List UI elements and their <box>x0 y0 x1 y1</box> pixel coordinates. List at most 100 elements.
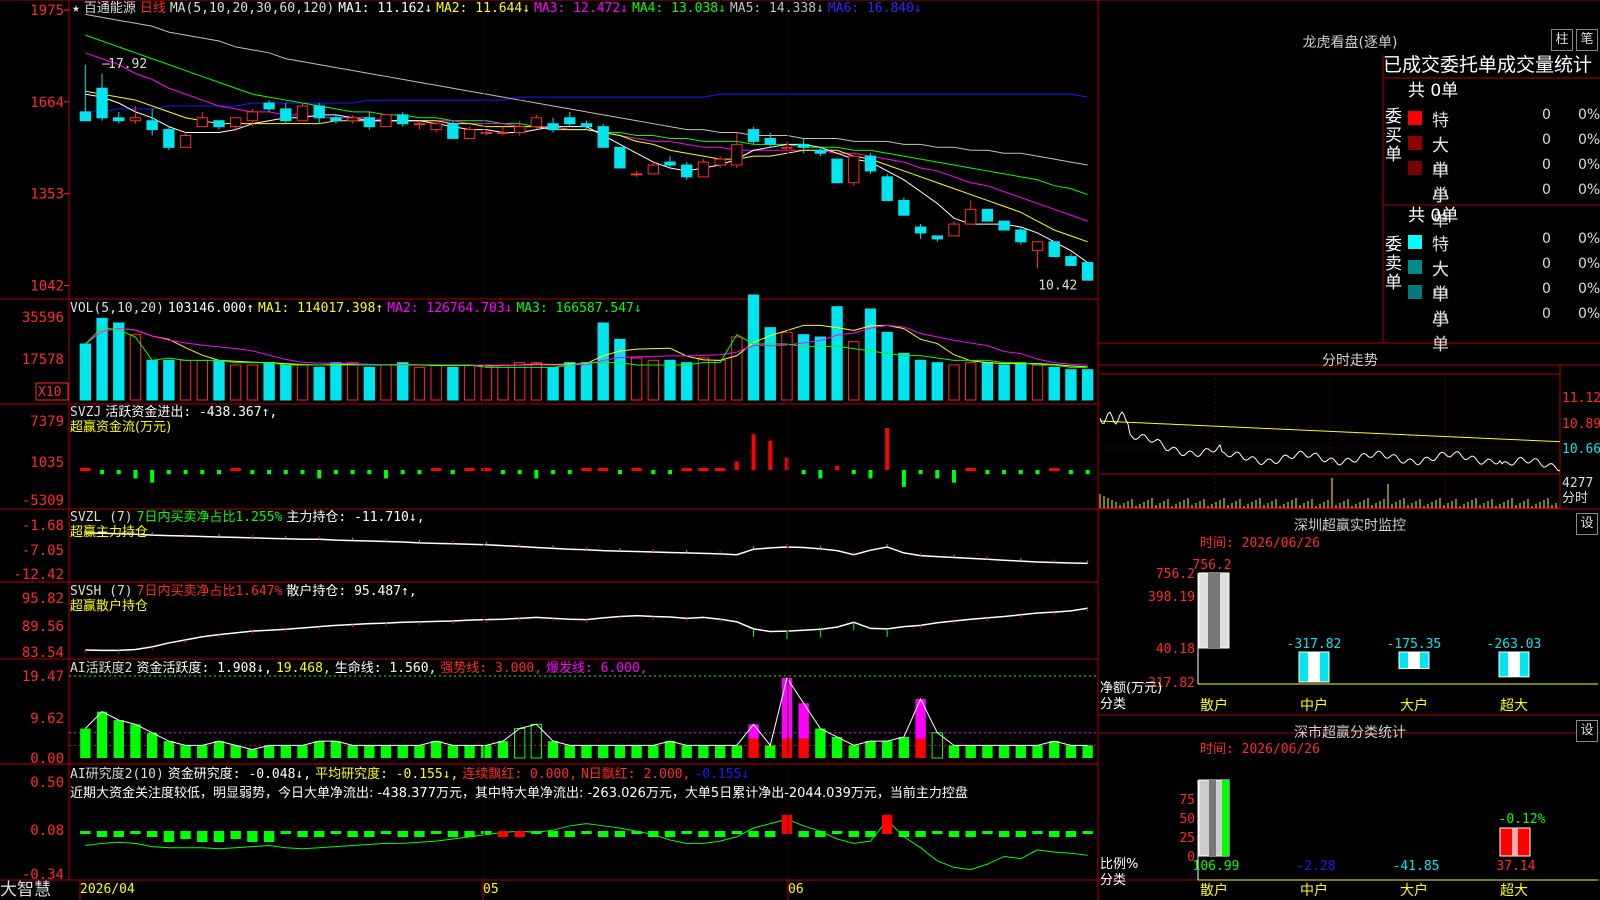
class-bar-accent <box>1222 780 1229 856</box>
volume-bar <box>246 364 259 401</box>
volume-bar <box>79 343 92 401</box>
svzj-bar <box>150 470 155 483</box>
svzj-bar <box>230 468 241 471</box>
ai1-bar <box>96 711 108 758</box>
tick-button[interactable]: 笔 <box>1576 29 1598 51</box>
monitor-settings-button[interactable]: 设 <box>1576 513 1598 535</box>
svzj-bar <box>698 468 709 471</box>
monitor-ylabel: 净额(万元) <box>1100 681 1163 696</box>
brand-logo: 大智慧 <box>0 880 51 900</box>
class-settings-button[interactable]: 设 <box>1576 720 1598 742</box>
volume-bar <box>397 362 409 401</box>
kline-chart-area[interactable]: 1975 1664 1353 1042 17.92 10.42 35596 17578 X10 7… <box>0 0 1600 900</box>
svsh-hold: 散户持仓: 95.487↑, <box>286 584 417 599</box>
column-button[interactable]: 柱 <box>1551 29 1573 51</box>
volume-bar <box>747 294 760 401</box>
ai2-bar <box>414 831 425 837</box>
candle <box>931 235 943 240</box>
candle <box>547 123 559 131</box>
vol-ma2: MA2: 126764.703↓ <box>387 301 513 316</box>
class-bar-shade <box>1512 828 1518 856</box>
svzj-bar <box>166 470 171 475</box>
ma6-value: MA6: 16.840↓ <box>827 1 922 16</box>
candle <box>313 105 325 119</box>
volume-bar <box>330 362 342 401</box>
ma4-value: MA4: 13.038↓ <box>632 1 726 16</box>
svzj-bar <box>417 470 422 475</box>
ai2-bar <box>497 831 509 837</box>
candle <box>580 123 593 128</box>
volume-bar <box>697 357 710 401</box>
ai1-bar <box>380 745 392 758</box>
volume-bar <box>196 359 208 401</box>
volume-bar <box>948 364 960 401</box>
candle <box>146 120 158 131</box>
fenshi-vol-unit: 分时 <box>1562 491 1589 506</box>
class-xname: 分类 <box>1100 873 1127 888</box>
ai1-bar <box>280 745 291 758</box>
ai1-bar <box>714 745 726 758</box>
candle <box>230 117 242 128</box>
candle <box>1031 241 1044 252</box>
x-label-2: 06 <box>788 882 804 897</box>
fenshi-title: 分时走势 <box>1322 353 1378 369</box>
ai2-bar <box>631 831 642 834</box>
ai1-bar <box>330 741 342 758</box>
sell-row-name: 小单 <box>1432 310 1449 355</box>
svzj-bar <box>918 470 923 475</box>
volume-bar <box>113 322 125 401</box>
volume-bar <box>263 362 275 401</box>
ai2-bar <box>798 831 809 837</box>
volume-bar <box>447 366 459 401</box>
ai2-bar <box>982 831 993 834</box>
sell-row-pct: 0% <box>1578 281 1600 297</box>
svzj-bar <box>267 470 272 475</box>
volume-bar <box>480 364 492 401</box>
ai1-bar <box>247 749 258 758</box>
sell-row-count: 0 <box>1542 256 1551 272</box>
volume-bar <box>1081 369 1094 401</box>
ai1-bar <box>731 745 743 758</box>
candle <box>413 123 426 126</box>
longhu-title: 龙虎看盘(逐单) <box>1302 35 1398 51</box>
volume-bar <box>213 359 225 401</box>
candle <box>163 129 175 148</box>
ai1-bar <box>748 738 759 758</box>
ai2-bar <box>263 831 275 842</box>
candle <box>96 87 108 119</box>
volume-bar <box>1048 366 1060 401</box>
ai1-ytick-0: 19.47 <box>22 669 64 685</box>
candle <box>764 137 776 145</box>
buy-row-count: 0 <box>1542 132 1551 148</box>
period-label[interactable]: 日线 <box>140 1 166 16</box>
sell-total: 共 0单 <box>1408 206 1459 226</box>
vol-ma1: MA1: 114017.398↑ <box>258 301 384 316</box>
svsh-ytick-0: 95.82 <box>22 591 64 607</box>
ai1-ytick-1: 9.62 <box>30 711 64 727</box>
monitor-bar-label: -317.82 <box>1287 637 1342 652</box>
ai1-bar <box>781 738 793 758</box>
class-cat-0: 散户 <box>1200 882 1228 899</box>
class-ytick-2: 25 <box>1179 831 1195 846</box>
svzj-bar <box>851 470 856 475</box>
ai2-bar <box>297 831 308 837</box>
ma20-line <box>85 52 1088 222</box>
ai2-bar <box>397 831 408 837</box>
ai1-bar <box>681 745 692 758</box>
ai1-bar <box>1032 745 1043 758</box>
ai2-bar <box>581 831 592 834</box>
monitor-time: 时间: 2026/06/26 <box>1200 536 1320 551</box>
ai1-bar <box>1049 741 1060 758</box>
candle <box>998 220 1010 231</box>
class-val-0: 106.99 <box>1193 859 1240 874</box>
svzj-bar <box>734 461 739 470</box>
candle <box>898 199 910 216</box>
candle <box>614 146 626 169</box>
candle <box>981 208 994 222</box>
vol-header: VOL(5,10,20) 103146.000↑ MA1: 114017.398↑ M… <box>70 301 646 316</box>
stock-name[interactable]: 百通能源 <box>84 1 136 16</box>
monitor-ytick-1: 398.19 <box>1148 590 1195 605</box>
ai2-bar <box>230 831 241 839</box>
vol-label: VOL(5,10,20) <box>70 301 164 316</box>
ai1-bar <box>948 745 960 758</box>
